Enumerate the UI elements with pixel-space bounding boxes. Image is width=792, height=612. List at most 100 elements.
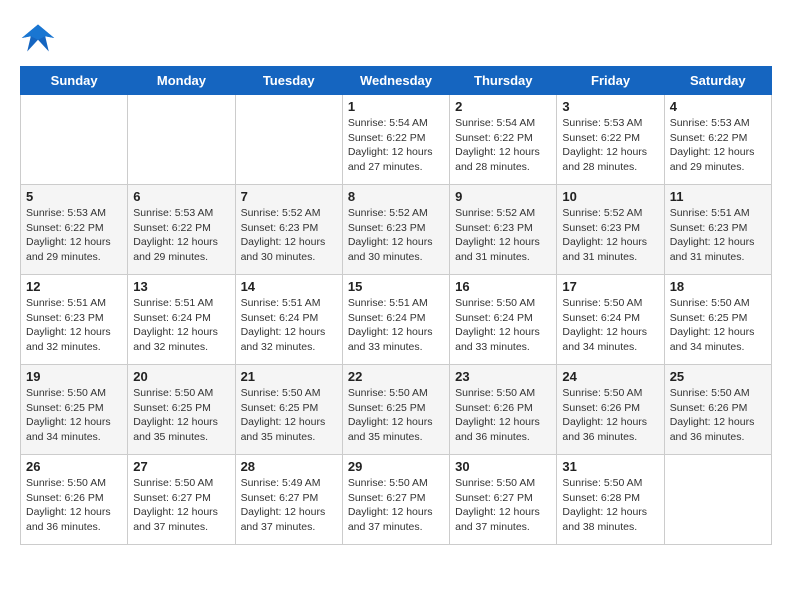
day-info: Sunrise: 5:52 AM Sunset: 6:23 PM Dayligh… (562, 206, 658, 265)
day-number: 26 (26, 459, 122, 474)
table-row: 16 Sunrise: 5:50 AM Sunset: 6:24 PM Dayli… (450, 275, 557, 365)
table-row: 7 Sunrise: 5:52 AM Sunset: 6:23 PM Daylig… (235, 185, 342, 275)
day-info: Sunrise: 5:51 AM Sunset: 6:24 PM Dayligh… (133, 296, 229, 355)
day-number: 22 (348, 369, 444, 384)
col-wednesday: Wednesday (342, 67, 449, 95)
calendar-week-row: 19 Sunrise: 5:50 AM Sunset: 6:25 PM Dayli… (21, 365, 772, 455)
day-info: Sunrise: 5:50 AM Sunset: 6:25 PM Dayligh… (26, 386, 122, 445)
day-number: 24 (562, 369, 658, 384)
calendar-week-row: 26 Sunrise: 5:50 AM Sunset: 6:26 PM Dayli… (21, 455, 772, 545)
calendar-week-row: 5 Sunrise: 5:53 AM Sunset: 6:22 PM Daylig… (21, 185, 772, 275)
logo (20, 20, 60, 56)
table-row: 10Sunrise: 5:52 AM Sunset: 6:23 PM Dayli… (557, 185, 664, 275)
day-info: Sunrise: 5:50 AM Sunset: 6:26 PM Dayligh… (455, 386, 551, 445)
table-row (235, 95, 342, 185)
day-info: Sunrise: 5:50 AM Sunset: 6:25 PM Dayligh… (348, 386, 444, 445)
col-sunday: Sunday (21, 67, 128, 95)
table-row: 4 Sunrise: 5:53 AM Sunset: 6:22 PM Daylig… (664, 95, 771, 185)
table-row: 2 Sunrise: 5:54 AM Sunset: 6:22 PM Daylig… (450, 95, 557, 185)
day-number: 19 (26, 369, 122, 384)
day-info: Sunrise: 5:51 AM Sunset: 6:23 PM Dayligh… (26, 296, 122, 355)
table-row: 23 Sunrise: 5:50 AM Sunset: 6:26 PM Dayli… (450, 365, 557, 455)
day-number: 2 (455, 99, 551, 114)
day-info: Sunrise: 5:53 AM Sunset: 6:22 PM Dayligh… (133, 206, 229, 265)
day-info: Sunrise: 5:53 AM Sunset: 6:22 PM Dayligh… (26, 206, 122, 265)
table-row (664, 455, 771, 545)
day-number: 20 (133, 369, 229, 384)
day-number: 12 (26, 279, 122, 294)
col-monday: Monday (128, 67, 235, 95)
day-number: 1 (348, 99, 444, 114)
day-number: 18 (670, 279, 766, 294)
day-number: 6 (133, 189, 229, 204)
logo-bird-icon (20, 20, 56, 56)
calendar-week-row: 1 Sunrise: 5:54 AM Sunset: 6:22 PM Daylig… (21, 95, 772, 185)
table-row: 11Sunrise: 5:51 AM Sunset: 6:23 PM Dayli… (664, 185, 771, 275)
table-row: 9 Sunrise: 5:52 AM Sunset: 6:23 PM Daylig… (450, 185, 557, 275)
table-row: 25 Sunrise: 5:50 AM Sunset: 6:26 PM Dayli… (664, 365, 771, 455)
day-info: Sunrise: 5:52 AM Sunset: 6:23 PM Dayligh… (348, 206, 444, 265)
table-row: 12 Sunrise: 5:51 AM Sunset: 6:23 PM Dayli… (21, 275, 128, 365)
day-info: Sunrise: 5:51 AM Sunset: 6:24 PM Dayligh… (348, 296, 444, 355)
day-number: 15 (348, 279, 444, 294)
table-row: 17 Sunrise: 5:50 AM Sunset: 6:24 PM Dayli… (557, 275, 664, 365)
day-number: 25 (670, 369, 766, 384)
table-row: 22 Sunrise: 5:50 AM Sunset: 6:25 PM Dayli… (342, 365, 449, 455)
table-row: 28 Sunrise: 5:49 AM Sunset: 6:27 PM Dayli… (235, 455, 342, 545)
day-number: 29 (348, 459, 444, 474)
table-row: 13 Sunrise: 5:51 AM Sunset: 6:24 PM Dayli… (128, 275, 235, 365)
day-number: 11 (670, 189, 766, 204)
day-number: 16 (455, 279, 551, 294)
day-info: Sunrise: 5:52 AM Sunset: 6:23 PM Dayligh… (455, 206, 551, 265)
day-info: Sunrise: 5:50 AM Sunset: 6:25 PM Dayligh… (241, 386, 337, 445)
table-row: 1Sunrise: 5:54 AM Sunset: 6:22 PM Daylig… (342, 95, 449, 185)
day-number: 8 (348, 189, 444, 204)
day-info: Sunrise: 5:50 AM Sunset: 6:24 PM Dayligh… (562, 296, 658, 355)
table-row (21, 95, 128, 185)
table-row (128, 95, 235, 185)
day-number: 9 (455, 189, 551, 204)
calendar-week-row: 12 Sunrise: 5:51 AM Sunset: 6:23 PM Dayli… (21, 275, 772, 365)
table-row: 30 Sunrise: 5:50 AM Sunset: 6:27 PM Dayli… (450, 455, 557, 545)
table-row: 6 Sunrise: 5:53 AM Sunset: 6:22 PM Daylig… (128, 185, 235, 275)
day-number: 28 (241, 459, 337, 474)
day-info: Sunrise: 5:50 AM Sunset: 6:26 PM Dayligh… (562, 386, 658, 445)
day-info: Sunrise: 5:54 AM Sunset: 6:22 PM Dayligh… (455, 116, 551, 175)
day-number: 27 (133, 459, 229, 474)
table-row: 5 Sunrise: 5:53 AM Sunset: 6:22 PM Daylig… (21, 185, 128, 275)
day-number: 13 (133, 279, 229, 294)
table-row: 8 Sunrise: 5:52 AM Sunset: 6:23 PM Daylig… (342, 185, 449, 275)
calendar-table: Sunday Monday Tuesday Wednesday Thursday… (20, 66, 772, 545)
day-info: Sunrise: 5:50 AM Sunset: 6:26 PM Dayligh… (670, 386, 766, 445)
day-info: Sunrise: 5:50 AM Sunset: 6:28 PM Dayligh… (562, 476, 658, 535)
day-number: 31 (562, 459, 658, 474)
day-number: 5 (26, 189, 122, 204)
table-row: 19 Sunrise: 5:50 AM Sunset: 6:25 PM Dayli… (21, 365, 128, 455)
day-info: Sunrise: 5:53 AM Sunset: 6:22 PM Dayligh… (670, 116, 766, 175)
day-number: 3 (562, 99, 658, 114)
col-friday: Friday (557, 67, 664, 95)
table-row: 21 Sunrise: 5:50 AM Sunset: 6:25 PM Dayli… (235, 365, 342, 455)
day-info: Sunrise: 5:49 AM Sunset: 6:27 PM Dayligh… (241, 476, 337, 535)
day-info: Sunrise: 5:50 AM Sunset: 6:27 PM Dayligh… (455, 476, 551, 535)
day-number: 30 (455, 459, 551, 474)
table-row: 18Sunrise: 5:50 AM Sunset: 6:25 PM Dayli… (664, 275, 771, 365)
day-number: 4 (670, 99, 766, 114)
table-row: 24 Sunrise: 5:50 AM Sunset: 6:26 PM Dayli… (557, 365, 664, 455)
day-number: 23 (455, 369, 551, 384)
table-row: 27Sunrise: 5:50 AM Sunset: 6:27 PM Dayli… (128, 455, 235, 545)
table-row: 15 Sunrise: 5:51 AM Sunset: 6:24 PM Dayli… (342, 275, 449, 365)
day-number: 7 (241, 189, 337, 204)
day-number: 21 (241, 369, 337, 384)
day-info: Sunrise: 5:53 AM Sunset: 6:22 PM Dayligh… (562, 116, 658, 175)
col-thursday: Thursday (450, 67, 557, 95)
day-info: Sunrise: 5:50 AM Sunset: 6:25 PM Dayligh… (133, 386, 229, 445)
day-info: Sunrise: 5:50 AM Sunset: 6:24 PM Dayligh… (455, 296, 551, 355)
day-number: 17 (562, 279, 658, 294)
table-row: 14Sunrise: 5:51 AM Sunset: 6:24 PM Dayli… (235, 275, 342, 365)
day-info: Sunrise: 5:51 AM Sunset: 6:24 PM Dayligh… (241, 296, 337, 355)
day-info: Sunrise: 5:50 AM Sunset: 6:26 PM Dayligh… (26, 476, 122, 535)
day-info: Sunrise: 5:52 AM Sunset: 6:23 PM Dayligh… (241, 206, 337, 265)
table-row: 29Sunrise: 5:50 AM Sunset: 6:27 PM Dayli… (342, 455, 449, 545)
table-row: 31 Sunrise: 5:50 AM Sunset: 6:28 PM Dayli… (557, 455, 664, 545)
